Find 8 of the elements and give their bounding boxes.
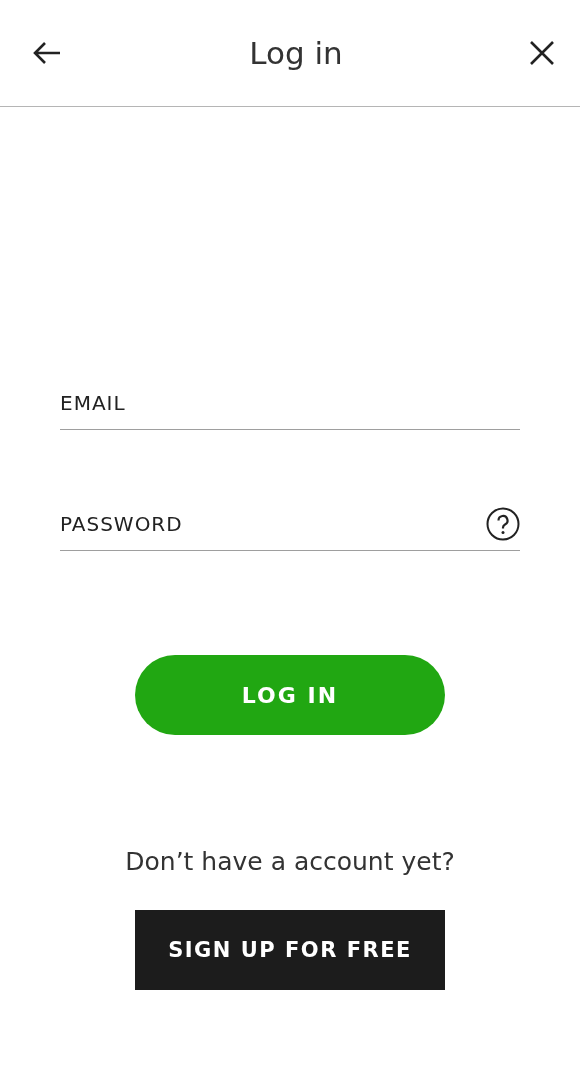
close-icon bbox=[530, 41, 554, 65]
password-field[interactable]: PASSWORD bbox=[60, 499, 478, 549]
email-field[interactable]: EMAIL bbox=[60, 378, 520, 428]
back-arrow-icon bbox=[32, 41, 62, 65]
signup-prompt: Don’t have a account yet? bbox=[125, 847, 455, 876]
signup-button[interactable]: SIGN UP FOR FREE bbox=[135, 910, 445, 990]
help-icon[interactable] bbox=[486, 507, 520, 541]
page-title: Log in bbox=[249, 35, 343, 71]
